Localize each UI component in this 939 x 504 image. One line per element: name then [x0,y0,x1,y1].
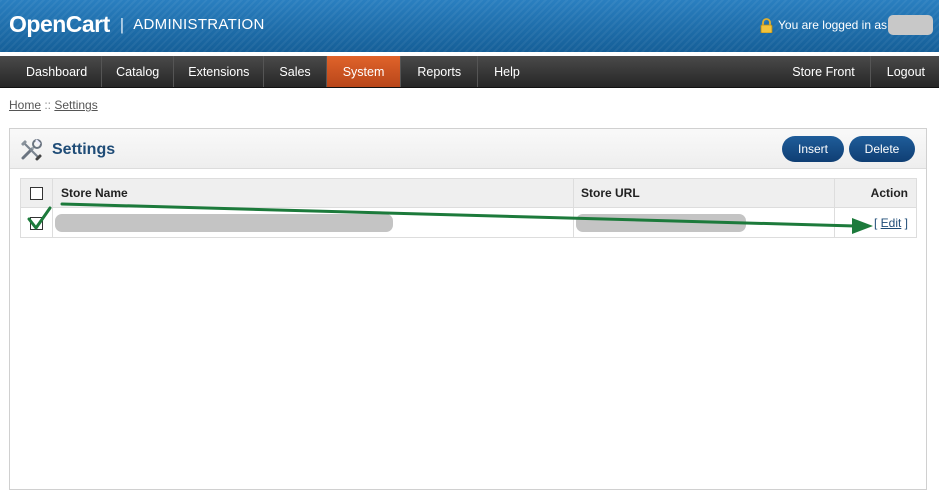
lock-icon [760,17,773,33]
box-title: Settings [52,141,116,158]
settings-icon [21,139,42,161]
row-checkbox[interactable] [30,216,43,230]
column-header-action: Action [834,178,917,208]
menu-right: Store Front Logout [777,56,939,87]
breadcrumb-separator: :: [41,98,55,112]
table-header-row: Store Name Store URL Action [20,178,917,208]
column-header-store-url[interactable]: Store URL [573,178,835,208]
menu-item-logout[interactable]: Logout [869,56,939,87]
login-text: You are logged in as [778,18,887,32]
logo-separator: | [119,14,125,34]
select-all-checkbox[interactable] [30,187,43,201]
redacted-store-name [55,213,393,232]
delete-button[interactable]: Delete [849,136,915,162]
table-row: [ Edit ] [20,207,917,238]
edit-link[interactable]: Edit [881,216,902,230]
edit-link-wrapper: [ Edit ] [873,215,908,230]
breadcrumb: Home :: Settings [9,98,98,112]
menu-item-store-front[interactable]: Store Front [777,56,870,87]
menu-item-help[interactable]: Help [478,56,536,87]
breadcrumb-home-link[interactable]: Home [9,98,41,112]
row-select-cell [20,207,53,238]
redacted-store-url [576,213,746,232]
select-all-cell [20,178,53,208]
box-heading: Settings Insert Delete [10,129,926,169]
header-bar: OpenCart | ADMINISTRATION You are logged… [0,0,939,52]
store-name-cell [52,207,574,238]
breadcrumb-settings-link[interactable]: Settings [54,98,97,112]
logo[interactable]: OpenCart | ADMINISTRATION [9,11,265,38]
insert-button[interactable]: Insert [782,136,844,162]
logo-subtitle: ADMINISTRATION [133,16,265,33]
logo-text: OpenCart [9,11,110,37]
store-url-cell [573,207,835,238]
menu-item-catalog[interactable]: Catalog [102,56,175,87]
login-info: You are logged in as [760,15,933,35]
menu-item-extensions[interactable]: Extensions [174,56,265,87]
menu-item-sales[interactable]: Sales [264,56,327,87]
action-cell: [ Edit ] [834,207,917,238]
menu-item-reports[interactable]: Reports [401,56,479,87]
stores-table: Store Name Store URL Action [ Edit ] [20,178,917,238]
menu-item-system[interactable]: System [326,56,402,87]
main-menu: Dashboard Catalog Extensions Sales Syste… [0,56,939,88]
redacted-username [888,15,933,35]
menu-item-dashboard[interactable]: Dashboard [12,56,103,87]
column-header-store-name[interactable]: Store Name [52,178,574,208]
settings-box: Settings Insert Delete Store Name Store … [9,128,927,490]
